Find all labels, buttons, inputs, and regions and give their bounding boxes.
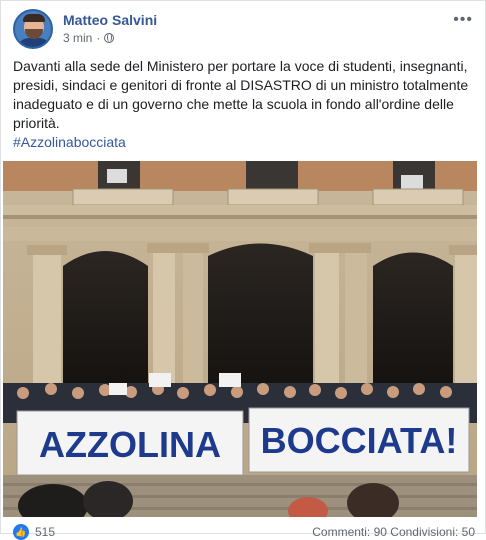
column — [345, 249, 367, 401]
balcony — [227, 188, 319, 206]
post-photo[interactable]: AZZOLINA BOCCIATA! — [3, 161, 477, 517]
capital — [27, 245, 67, 255]
window — [246, 161, 298, 191]
arch — [63, 251, 148, 391]
ac-unit — [401, 175, 423, 189]
balcony — [372, 188, 464, 206]
banner-left-text: AZZOLINA — [39, 424, 221, 465]
facebook-post: Matteo Salvini 3 min · ••• Davanti alla … — [0, 0, 486, 540]
avatar-hair — [23, 14, 45, 22]
cornice — [3, 205, 477, 215]
capital — [449, 245, 477, 255]
avatar-shirt — [17, 38, 51, 47]
sign — [149, 373, 171, 387]
column — [33, 251, 61, 401]
post-timestamp[interactable]: 3 min — [63, 31, 92, 45]
photo-illustration: AZZOLINA BOCCIATA! — [3, 161, 477, 517]
column — [455, 251, 477, 401]
column — [183, 249, 203, 401]
meta-separator: · — [96, 31, 101, 45]
post-text: Davanti alla sede del Ministero per port… — [13, 58, 469, 131]
cornice-shadow — [3, 215, 477, 219]
balcony — [72, 188, 174, 206]
like-count[interactable]: 515 — [35, 525, 55, 539]
sign — [219, 373, 241, 387]
post-meta: 3 min · — [63, 31, 115, 45]
post-footer: 👍 515 Commenti: 90 Condivisioni: 50 — [1, 521, 486, 540]
post-header: Matteo Salvini 3 min · ••• — [13, 9, 475, 51]
capital — [309, 243, 371, 253]
capital — [147, 243, 209, 253]
post-hashtag[interactable]: #Azzolinabocciata — [13, 134, 126, 150]
author-avatar[interactable] — [13, 9, 53, 49]
author-name[interactable]: Matteo Salvini — [63, 12, 157, 28]
entablature — [3, 227, 477, 241]
sign — [109, 383, 127, 395]
column — [315, 249, 339, 401]
step-line — [3, 483, 477, 486]
banner-right-text: BOCCIATA! — [261, 420, 458, 461]
ac-unit — [107, 169, 127, 183]
like-icon[interactable]: 👍 — [13, 524, 29, 540]
comments-shares-count[interactable]: Commenti: 90 Condivisioni: 50 — [312, 525, 475, 539]
arch — [373, 252, 453, 391]
more-options-button[interactable]: ••• — [453, 11, 473, 29]
globe-icon — [104, 33, 115, 43]
